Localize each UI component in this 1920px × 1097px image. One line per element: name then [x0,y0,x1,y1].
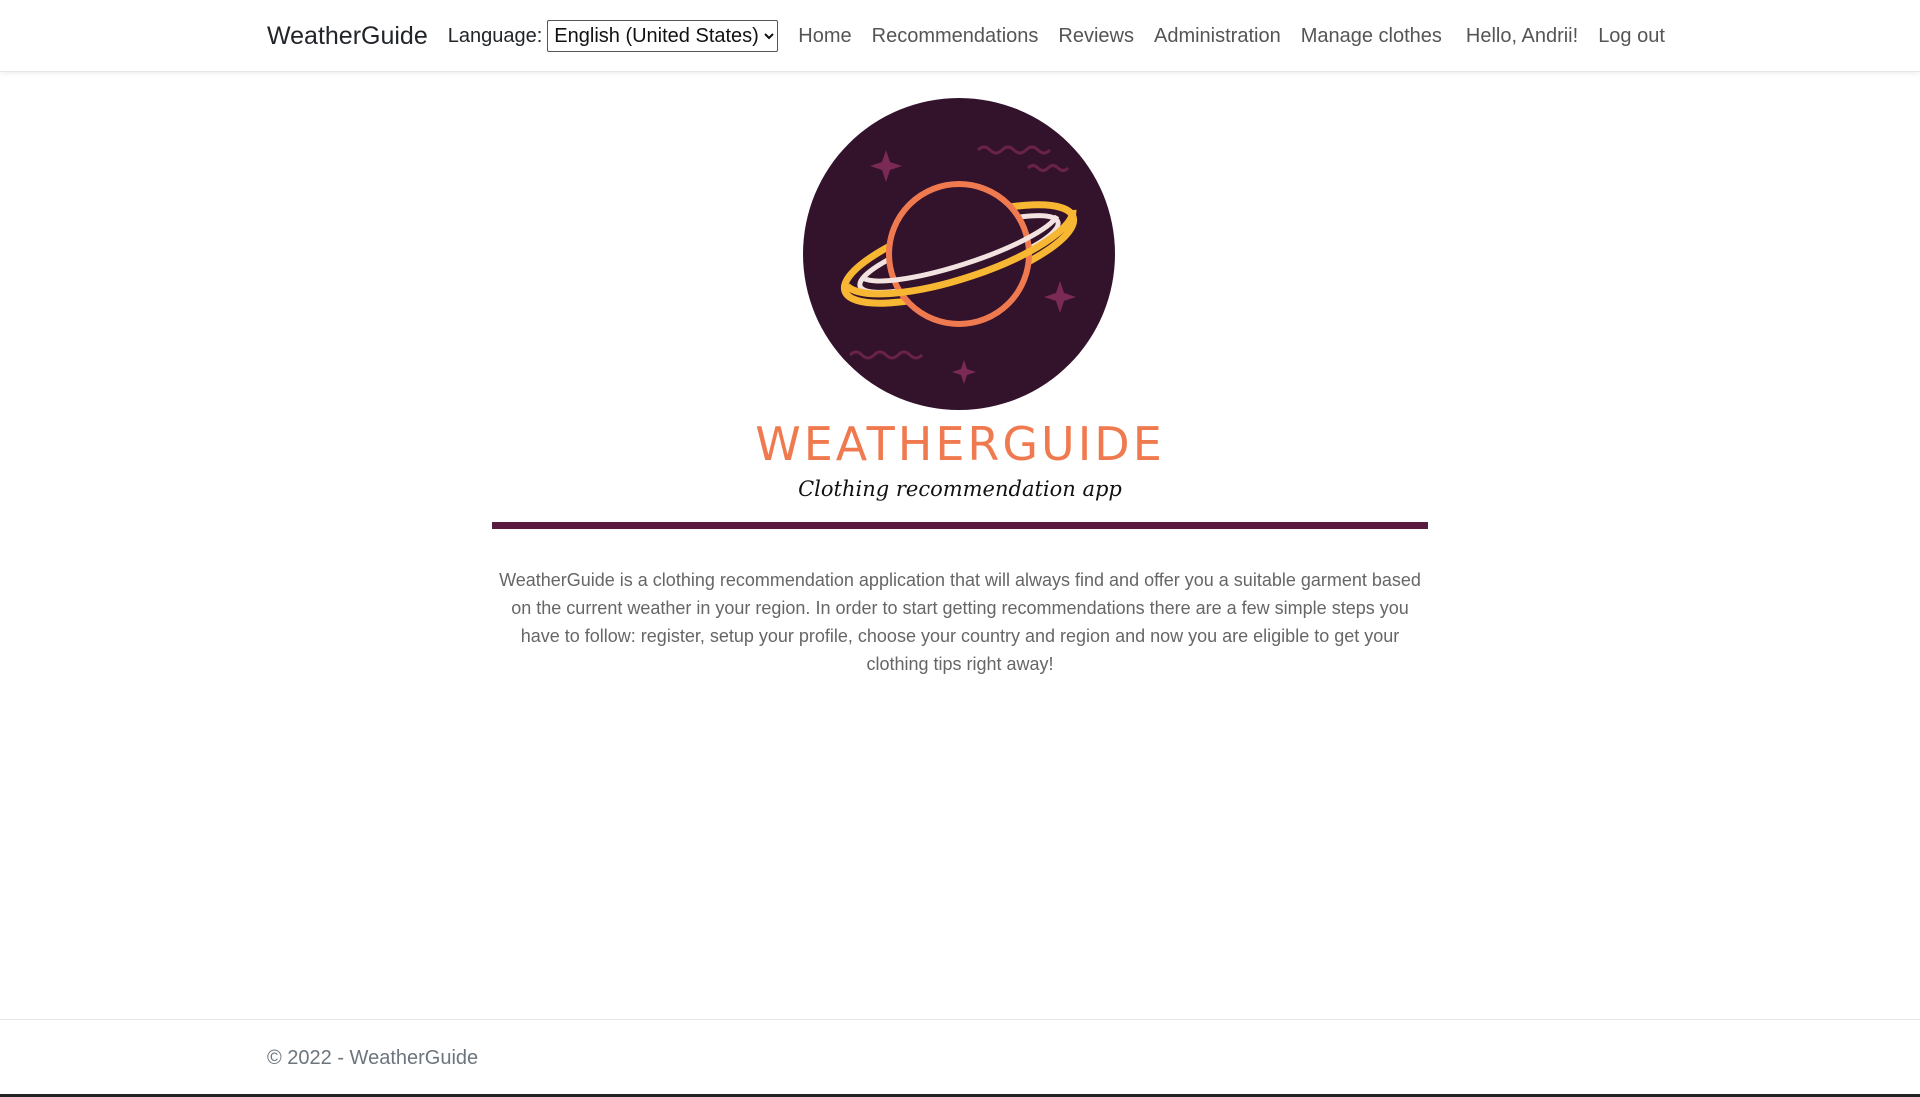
navbar-content: WeatherGuide Language: English (United S… [267,0,1675,72]
nav-manage-clothes-link[interactable]: Manage clothes [1291,25,1452,48]
app-subtitle: Clothing recommendation app [798,477,1122,501]
app-description: WeatherGuide is a clothing recommendatio… [499,570,1421,674]
planet-logo-icon [803,98,1115,410]
brand-link[interactable]: WeatherGuide [267,22,428,51]
nav-administration-link[interactable]: Administration [1144,25,1291,48]
nav-reviews-link[interactable]: Reviews [1048,25,1144,48]
section-divider [492,522,1428,529]
logout-link[interactable]: Log out [1588,25,1675,48]
top-navbar: WeatherGuide Language: English (United S… [0,0,1920,72]
footer-copyright: © 2022 - WeatherGuide [267,1047,479,1069]
user-greeting-link[interactable]: Hello, Andrii! [1456,25,1588,48]
nav-recommendations-link[interactable]: Recommendations [862,25,1049,48]
nav-home-link[interactable]: Home [788,25,861,48]
page-footer: © 2022 - WeatherGuide [0,1019,1920,1097]
language-label: Language: [447,24,543,47]
app-title: WEATHERGUIDE [755,417,1165,471]
language-select[interactable]: English (United States) [547,20,779,52]
